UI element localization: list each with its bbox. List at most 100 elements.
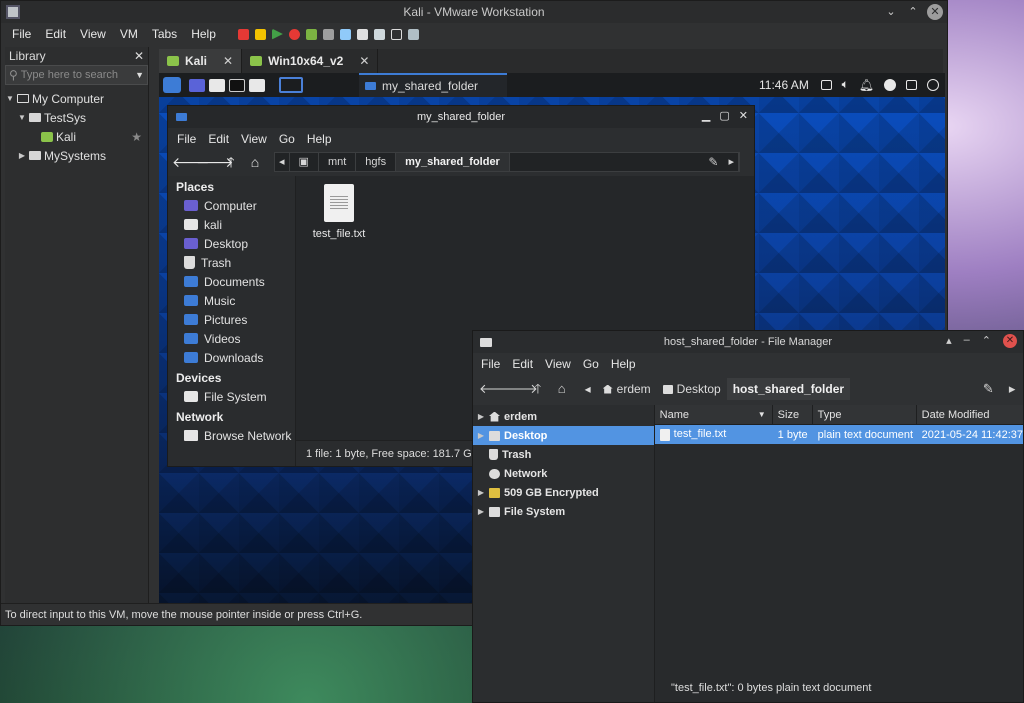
snapshot-icon[interactable] xyxy=(305,28,317,40)
keep-above-icon[interactable]: ▴ xyxy=(946,334,952,348)
volume-icon[interactable]: 🔈︎ xyxy=(842,77,849,92)
device-file-system[interactable]: File System xyxy=(168,387,295,406)
menu-edit[interactable]: Edit xyxy=(38,27,73,41)
maximize-button[interactable]: ▢ xyxy=(719,109,729,122)
tree-kali[interactable]: Kali ★ xyxy=(5,127,148,146)
favorite-star-icon[interactable]: ★ xyxy=(131,130,142,144)
menu-view[interactable]: View xyxy=(235,132,273,146)
place-trash[interactable]: Trash xyxy=(168,253,295,272)
power-manager-icon[interactable] xyxy=(884,78,896,91)
expand-icon[interactable]: ▶ xyxy=(477,412,485,421)
power-on-icon[interactable] xyxy=(271,28,283,40)
menu-file[interactable]: File xyxy=(475,357,506,371)
library-search[interactable]: ⚲ Type here to search ▼ xyxy=(5,65,148,85)
manage-snapshots-icon[interactable] xyxy=(339,28,351,40)
tree-my-computer[interactable]: ▼ My Computer xyxy=(5,89,148,108)
library-close-icon[interactable]: ✕ xyxy=(134,49,144,63)
crumb-mnt[interactable]: mnt xyxy=(319,153,357,171)
lock-icon[interactable] xyxy=(906,79,917,90)
menu-tabs[interactable]: Tabs xyxy=(145,27,184,41)
crumb-host-shared-folder[interactable]: host_shared_folder xyxy=(726,378,851,400)
crumb-hgfs[interactable]: hgfs xyxy=(356,153,397,171)
suspend-icon[interactable] xyxy=(254,28,266,40)
menu-vm[interactable]: VM xyxy=(113,27,145,41)
power-off-icon[interactable] xyxy=(237,28,249,40)
expand-icon[interactable]: ▼ xyxy=(5,94,15,103)
table-row[interactable]: test_file.txt 1 byte plain text document… xyxy=(654,425,1023,444)
back-arrow-icon[interactable]: 🡐 xyxy=(479,379,514,399)
tree-mysystems[interactable]: ▶ MySystems xyxy=(5,146,148,165)
revert-snapshot-icon[interactable] xyxy=(322,28,334,40)
menu-file[interactable]: File xyxy=(5,27,38,41)
tab-close-icon[interactable]: ✕ xyxy=(223,54,233,68)
edit-location-icon[interactable]: ✎ xyxy=(977,379,999,399)
home-icon[interactable]: ⌂ xyxy=(551,379,573,399)
network-browse[interactable]: Browse Network xyxy=(168,426,295,445)
library-search-input[interactable]: Type here to search xyxy=(21,69,135,81)
home-icon[interactable]: ⌂ xyxy=(244,152,266,172)
menu-go[interactable]: Go xyxy=(577,357,605,371)
column-type[interactable]: Type xyxy=(813,404,917,425)
menu-file[interactable]: File xyxy=(171,132,202,146)
place-downloads[interactable]: Downloads xyxy=(168,348,295,367)
tab-kali[interactable]: Kali ✕ xyxy=(159,49,243,73)
expand-icon[interactable]: ▶ xyxy=(477,431,485,440)
maximize-button[interactable]: ⌃ xyxy=(905,4,921,20)
side-desktop[interactable]: ▶ Desktop xyxy=(473,426,654,445)
place-videos[interactable]: Videos xyxy=(168,329,295,348)
forward-arrow-icon[interactable]: 🡒 xyxy=(503,379,538,399)
kali-menu-icon[interactable] xyxy=(163,77,181,93)
side-trash[interactable]: Trash xyxy=(473,445,654,464)
menu-help[interactable]: Help xyxy=(184,27,223,41)
notifications-icon[interactable]: 🔔︎ xyxy=(859,78,874,92)
place-computer[interactable]: Computer xyxy=(168,196,295,215)
tab-win10[interactable]: Win10x64_v2 ✕ xyxy=(242,49,379,73)
up-arrow-icon[interactable]: 🡑 xyxy=(527,379,549,399)
menu-view[interactable]: View xyxy=(73,27,113,41)
expand-icon[interactable]: ▶ xyxy=(477,507,485,516)
column-size[interactable]: Size xyxy=(773,404,813,425)
crumb-scroll-right-icon[interactable]: ▸ xyxy=(724,153,739,171)
taskbar-item-my-shared-folder[interactable]: my_shared_folder xyxy=(359,73,507,97)
tab-close-icon[interactable]: ✕ xyxy=(359,54,369,68)
place-home[interactable]: kali xyxy=(168,215,295,234)
column-name[interactable]: Name ▼ xyxy=(655,404,773,425)
panel-clock[interactable]: 11:46 AM xyxy=(759,78,809,92)
close-button[interactable]: ✕ xyxy=(1003,334,1017,348)
search-dropdown-icon[interactable]: ▼ xyxy=(135,70,144,80)
thumbnail-bar-icon[interactable] xyxy=(373,28,385,40)
place-pictures[interactable]: Pictures xyxy=(168,310,295,329)
maximize-button[interactable]: ⌃ xyxy=(982,334,991,348)
show-desktop-icon[interactable] xyxy=(189,78,205,92)
crumb-scroll-left-icon[interactable]: ◂ xyxy=(579,378,597,400)
terminal-launcher-icon[interactable] xyxy=(229,78,245,92)
forward-arrow-icon[interactable]: 🡒 xyxy=(196,152,234,172)
place-music[interactable]: Music xyxy=(168,291,295,310)
tree-testsys[interactable]: ▼ TestSys xyxy=(5,108,148,127)
minimize-button[interactable]: – xyxy=(964,334,970,348)
file-manager-launcher-icon[interactable] xyxy=(209,78,225,92)
menu-help[interactable]: Help xyxy=(605,357,642,371)
display-icon[interactable] xyxy=(820,79,832,90)
close-button[interactable]: ✕ xyxy=(739,109,748,122)
logout-icon[interactable] xyxy=(927,78,939,91)
side-erdem[interactable]: ▶ erdem xyxy=(473,407,654,426)
show-library-icon[interactable] xyxy=(356,28,368,40)
side-file-system[interactable]: ▶ File System xyxy=(473,502,654,521)
crumb-desktop[interactable]: Desktop xyxy=(657,378,727,400)
side-encrypted-volume[interactable]: ▶ 509 GB Encrypted xyxy=(473,483,654,502)
back-arrow-icon[interactable]: 🡐 xyxy=(172,152,210,172)
fullscreen-icon[interactable] xyxy=(390,28,402,40)
place-documents[interactable]: Documents xyxy=(168,272,295,291)
crumb-scroll-right-icon[interactable]: ▸ xyxy=(1001,379,1023,399)
crumb-scroll-left-icon[interactable]: ◂ xyxy=(275,153,290,171)
edit-location-icon[interactable]: ✎ xyxy=(702,155,724,169)
menu-edit[interactable]: Edit xyxy=(202,132,235,146)
place-desktop[interactable]: Desktop xyxy=(168,234,295,253)
expand-icon[interactable]: ▶ xyxy=(17,151,27,160)
expand-icon[interactable]: ▼ xyxy=(17,113,27,122)
browser-launcher-icon[interactable] xyxy=(249,78,265,92)
host-fm-file-list[interactable]: Name ▼ Size Type Date Modified test_file.… xyxy=(654,404,1023,702)
menu-edit[interactable]: Edit xyxy=(506,357,539,371)
column-date-modified[interactable]: Date Modified xyxy=(917,405,1023,425)
